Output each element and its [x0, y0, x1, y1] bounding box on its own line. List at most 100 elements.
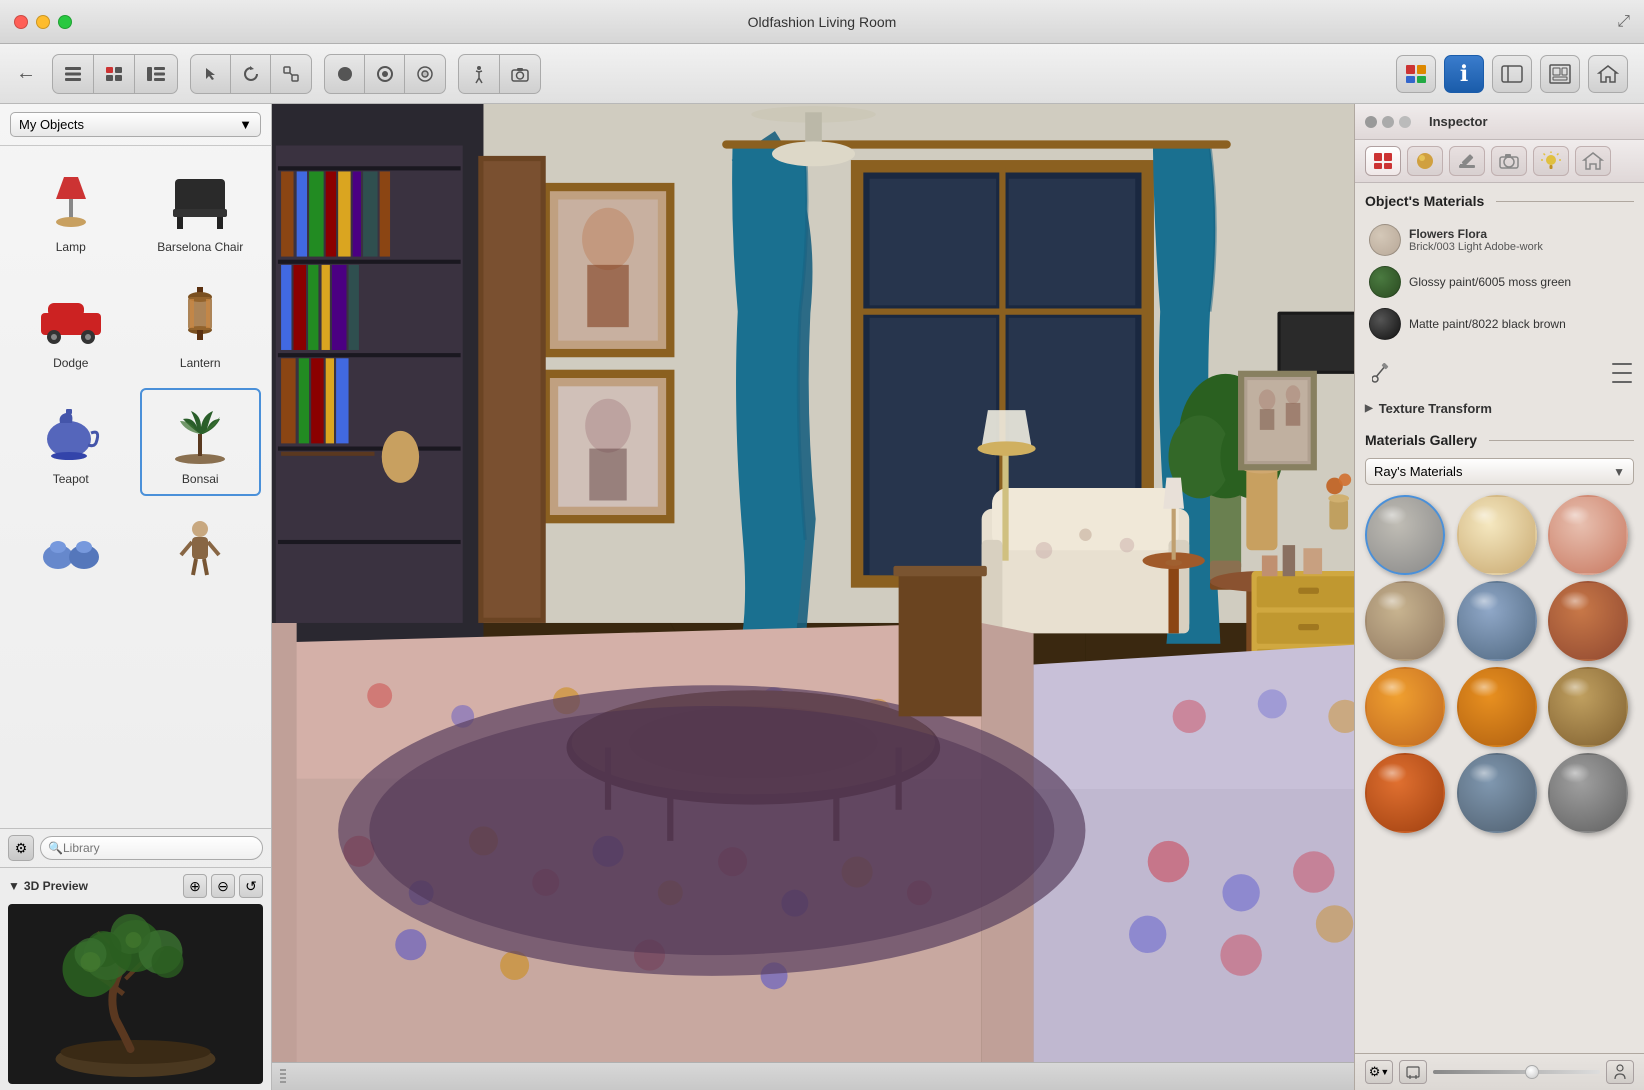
menu-lines-button[interactable]	[1612, 363, 1632, 383]
material-sphere-rust-texture[interactable]	[1548, 581, 1628, 661]
sphere-inner	[1367, 755, 1443, 831]
material-sphere-orange1[interactable]	[1365, 667, 1445, 747]
home-icon-button[interactable]	[1588, 55, 1628, 93]
inspector-gear-button[interactable]: ⚙ ▼	[1365, 1060, 1393, 1084]
preview-zoom-out-button[interactable]: ⊖	[211, 874, 235, 898]
tab-sphere[interactable]	[1407, 146, 1443, 176]
info-icon-button[interactable]: ℹ	[1444, 55, 1484, 93]
sphere-inner	[1550, 669, 1626, 745]
material-sphere-tan-pattern[interactable]	[1365, 581, 1445, 661]
tab-light[interactable]	[1533, 146, 1569, 176]
main-toolbar: ←	[0, 44, 1644, 104]
search-input[interactable]	[40, 836, 263, 860]
preview-rotate-button[interactable]: ↺	[239, 874, 263, 898]
object-item-chair[interactable]: Barselona Chair	[140, 156, 262, 264]
tab-home[interactable]	[1575, 146, 1611, 176]
back-button[interactable]: ←	[16, 62, 36, 85]
sphere-inner	[1550, 497, 1626, 573]
inspector-minimize-dot[interactable]	[1382, 116, 1394, 128]
materials-icon-button[interactable]	[1396, 55, 1436, 93]
my-objects-dropdown[interactable]: My Objects ▼	[10, 112, 261, 137]
camera-shot-button[interactable]	[500, 55, 540, 93]
search-icon: 🔍	[48, 841, 63, 855]
main-area: My Objects ▼ Lamp	[0, 104, 1644, 1090]
preview-controls: ⊕ ⊖ ↺	[183, 874, 263, 898]
material-sphere-gray-floral[interactable]	[1365, 495, 1445, 575]
material-sphere-blue-fabric[interactable]	[1457, 753, 1537, 833]
object-item-bonsai[interactable]: Bonsai	[140, 388, 262, 496]
objects-panel-header: My Objects ▼	[0, 104, 271, 146]
object-item-dodge[interactable]: Dodge	[10, 272, 132, 380]
inspector-close-dot[interactable]	[1365, 116, 1377, 128]
inspector-person-button[interactable]	[1606, 1060, 1634, 1084]
scale-button[interactable]	[271, 55, 311, 93]
scene-resize-handle[interactable]	[280, 1069, 286, 1085]
material-swatch-brick	[1369, 224, 1401, 256]
zoom-in-icon: ⊕	[189, 878, 201, 895]
material-sphere-orange-rough[interactable]	[1365, 753, 1445, 833]
floorplan-icon-button[interactable]	[1540, 55, 1580, 93]
rays-materials-dropdown[interactable]: Ray's Materials ▼	[1365, 458, 1634, 485]
material-sphere-gray-stone[interactable]	[1548, 753, 1628, 833]
rotate-button[interactable]	[231, 55, 271, 93]
material-swatch-green	[1369, 266, 1401, 298]
resize-icon: ⤢	[1617, 13, 1630, 31]
eyedropper-icon-button[interactable]	[1367, 361, 1395, 385]
minimize-button[interactable]	[36, 15, 50, 29]
tab-edit[interactable]	[1449, 146, 1485, 176]
left-panel-bottom: ⚙ 🔍 ▼ 3D Preview ⊕	[0, 828, 271, 1090]
material-sphere-beige-floral[interactable]	[1457, 495, 1537, 575]
material-sphere-blue-diamond[interactable]	[1457, 581, 1537, 661]
texture-transform-header[interactable]: ▶ Texture Transform	[1365, 397, 1634, 420]
my-objects-label: My Objects	[19, 117, 84, 132]
grid-view-button[interactable]	[94, 55, 135, 93]
inspector-tabs	[1355, 140, 1644, 183]
object-item-misc1[interactable]	[10, 504, 132, 594]
object-item-lantern[interactable]: Lantern	[140, 272, 262, 380]
material-sphere-orange2[interactable]	[1457, 667, 1537, 747]
scene-svg	[272, 104, 1354, 1090]
sphere-inner	[1459, 669, 1535, 745]
close-button[interactable]	[14, 15, 28, 29]
materials-spheres-grid	[1365, 495, 1634, 833]
object-thumb-lamp	[31, 166, 111, 236]
maximize-button[interactable]	[58, 15, 72, 29]
settings-gear-button[interactable]: ⚙	[8, 835, 34, 861]
material-item-glossy-green[interactable]: Glossy paint/6005 moss green	[1365, 261, 1634, 303]
preview-zoom-in-button[interactable]: ⊕	[183, 874, 207, 898]
tab-objects[interactable]	[1365, 146, 1401, 176]
wire-render-button[interactable]	[365, 55, 405, 93]
objects-grid: Lamp Barselona Chair	[0, 146, 271, 828]
texture-render-button[interactable]	[405, 55, 445, 93]
texture-transform-label: Texture Transform	[1379, 401, 1492, 416]
material-glossy-label: Glossy paint/6005 moss green	[1409, 275, 1571, 289]
solid-render-button[interactable]	[325, 55, 365, 93]
material-item-flowers-flora[interactable]: Flowers Flora Brick/003 Light Adobe-work	[1365, 219, 1634, 261]
sidebar-icon-button[interactable]	[1492, 55, 1532, 93]
inspector-save-button[interactable]	[1399, 1060, 1427, 1084]
gear-chevron-icon: ▼	[1380, 1067, 1389, 1077]
preview-section: ▼ 3D Preview ⊕ ⊖ ↺	[0, 868, 271, 1090]
material-item-matte-black[interactable]: Matte paint/8022 black brown	[1365, 303, 1634, 345]
select-button[interactable]	[191, 55, 231, 93]
section-divider	[1496, 201, 1634, 202]
rays-materials-label: Ray's Materials	[1374, 464, 1462, 479]
object-item-figure[interactable]	[140, 504, 262, 594]
walk-button[interactable]	[459, 55, 500, 93]
scene-bottom-bar	[272, 1062, 1354, 1090]
sphere-inner	[1367, 497, 1443, 573]
list-view-button[interactable]	[53, 55, 94, 93]
search-bar: ⚙ 🔍	[0, 829, 271, 868]
materials-gallery-section: Materials Gallery Ray's Materials ▼	[1365, 432, 1634, 833]
object-item-lamp[interactable]: Lamp	[10, 156, 132, 264]
materials-menu-buttons	[1612, 363, 1632, 383]
material-sphere-red-floral[interactable]	[1548, 495, 1628, 575]
inspector-slider-thumb[interactable]	[1525, 1065, 1539, 1079]
detail-view-button[interactable]	[135, 55, 177, 93]
dropdown-arrow-icon: ▼	[239, 117, 252, 132]
material-sphere-tan-wood[interactable]	[1548, 667, 1628, 747]
inspector-slider[interactable]	[1433, 1070, 1600, 1074]
tab-camera[interactable]	[1491, 146, 1527, 176]
inspector-size-dot[interactable]	[1399, 116, 1411, 128]
object-item-teapot[interactable]: Teapot	[10, 388, 132, 496]
